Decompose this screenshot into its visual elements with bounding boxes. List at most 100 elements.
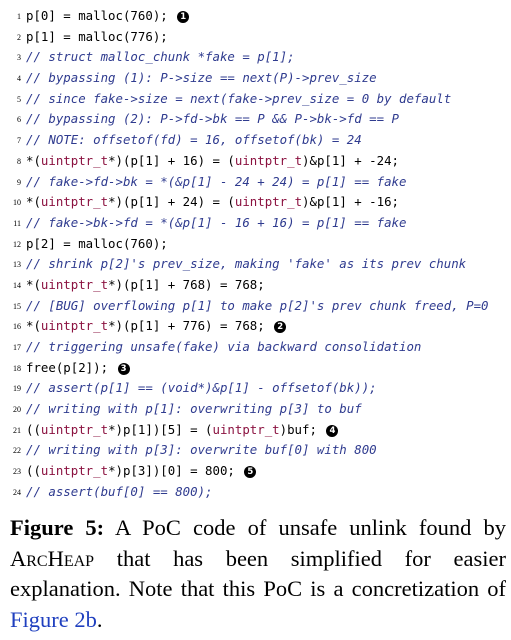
code-text: p[2] = malloc(760); (26, 235, 168, 251)
code-type-keyword: uintptr_t (40, 276, 109, 292)
code-listing: 1 p[0] = malloc(760); 1 2 p[1] = malloc(776… (0, 6, 511, 503)
code-source: // fake->bk->fd = *(&p[1] - 16 + 16) = p… (26, 213, 406, 234)
code-comment: // NOTE: offsetof(fd) = 16, offsetof(bk)… (26, 132, 362, 148)
line-number: 23 (13, 467, 21, 477)
code-source: // bypassing (2): P->fd->bk == P && P->b… (26, 109, 399, 130)
step-marker: 4 (326, 424, 339, 437)
code-line: 22 // writing with p[3]: overwrite buf[0]… (0, 440, 511, 461)
code-line: 18 free(p[2]); 3 (0, 358, 511, 379)
line-number: 9 (17, 177, 21, 187)
line-number: 18 (13, 363, 21, 373)
line-number: 6 (17, 115, 21, 125)
code-source: // assert(p[1] == (void*)&p[1] - offseto… (26, 378, 377, 399)
code-type-keyword: uintptr_t (234, 152, 303, 168)
line-number: 11 (13, 218, 21, 228)
code-type-keyword: uintptr_t (234, 194, 303, 210)
code-source: // [BUG] overflowing p[1] to make p[2]'s… (26, 296, 489, 317)
line-number: 12 (13, 239, 21, 249)
code-type-keyword: uintptr_t (40, 194, 109, 210)
code-text: (( (26, 463, 41, 479)
code-line: 21 ((uintptr_t*)p[1])[5] = (uintptr_t)buf… (0, 420, 511, 441)
code-source: p[2] = malloc(760); (26, 234, 168, 255)
code-source: ((uintptr_t*)p[3])[0] = 800; 5 (26, 461, 257, 482)
code-text: (( (26, 421, 41, 437)
code-type-keyword: uintptr_t (40, 463, 109, 479)
code-source: ((uintptr_t*)p[1])[5] = (uintptr_t)buf; … (26, 420, 339, 441)
step-marker: 5 (244, 466, 257, 479)
code-text: *)p[3])[0] = 800; (108, 463, 243, 479)
line-number: 2 (17, 32, 21, 42)
code-type-keyword: uintptr_t (212, 421, 280, 437)
code-line: 13 // shrink p[2]'s prev_size, making 'fa… (0, 254, 511, 275)
line-number: 4 (17, 74, 21, 84)
caption-text: A PoC code of unsafe unlink found by (104, 515, 506, 540)
code-line: 11 // fake->bk->fd = *(&p[1] - 16 + 16) =… (0, 213, 511, 234)
code-text: *)(p[1] + 24) = ( (108, 194, 235, 210)
line-number: 8 (17, 156, 21, 166)
code-line: 12 p[2] = malloc(760); (0, 234, 511, 255)
code-line: 23 ((uintptr_t*)p[3])[0] = 800; 5 (0, 461, 511, 482)
line-number: 17 (13, 343, 21, 352)
code-line: 19 // assert(p[1] == (void*)&p[1] - offse… (0, 378, 511, 399)
line-number: 3 (17, 53, 21, 63)
code-line: 6 // bypassing (2): P->fd->bk == P && P->… (0, 109, 511, 130)
code-comment: // bypassing (2): P->fd->bk == P && P->b… (26, 111, 399, 127)
step-marker: 1 (177, 11, 190, 23)
figure-label: Figure 5: (10, 515, 105, 540)
code-source: // struct malloc_chunk *fake = p[1]; (26, 47, 295, 68)
code-source: // NOTE: offsetof(fd) = 16, offsetof(bk)… (26, 130, 362, 151)
code-source: *(uintptr_t*)(p[1] + 768) = 768; (26, 275, 265, 296)
line-number: 22 (13, 446, 21, 456)
code-line: 4 // bypassing (1): P->size == next(P)->p… (0, 68, 511, 89)
code-line: 16 *(uintptr_t*)(p[1] + 776) = 768; 2 (0, 316, 511, 337)
code-source: free(p[2]); 3 (26, 358, 130, 379)
code-source: *(uintptr_t*)(p[1] + 16) = (uintptr_t)&p… (26, 151, 399, 172)
code-source: // shrink p[2]'s prev_size, making 'fake… (26, 254, 466, 275)
line-number: 7 (17, 136, 21, 146)
code-line: 14 *(uintptr_t*)(p[1] + 768) = 768; (0, 275, 511, 296)
line-number: 1 (17, 12, 21, 21)
figure-reference-link[interactable]: Figure 2b (10, 607, 97, 632)
code-text: p[0] = malloc(760); (26, 8, 176, 23)
code-comment: // fake->bk->fd = *(&p[1] - 16 + 16) = p… (26, 214, 407, 230)
code-comment: // triggering unsafe(fake) via backward … (26, 339, 422, 354)
code-line: 17 // triggering unsafe(fake) via backwar… (0, 337, 511, 358)
code-comment: // writing with p[1]: overwriting p[3] t… (26, 401, 362, 417)
code-source: // writing with p[1]: overwriting p[3] t… (26, 399, 362, 420)
code-comment: // [BUG] overflowing p[1] to make p[2]'s… (26, 297, 489, 313)
code-text: )buf; (279, 421, 325, 437)
step-marker: 2 (274, 321, 287, 334)
code-text: *( (26, 318, 41, 334)
code-text: *)(p[1] + 768) = 768; (108, 276, 265, 292)
code-line: 7 // NOTE: offsetof(fd) = 16, offsetof(bk… (0, 130, 511, 151)
code-line: 8 *(uintptr_t*)(p[1] + 16) = (uintptr_t)&… (0, 151, 511, 172)
line-number: 5 (17, 94, 21, 104)
figure-caption: Figure 5: A PoC code of unsafe unlink fo… (10, 513, 506, 635)
code-text: )&p[1] + -24; (302, 152, 400, 168)
code-text: *)p[1])[5] = ( (108, 421, 213, 437)
code-comment: // shrink p[2]'s prev_size, making 'fake… (26, 256, 467, 272)
code-text: *( (26, 152, 41, 168)
line-number: 21 (13, 425, 21, 435)
code-comment: // fake->fd->bk = *(&p[1] - 24 + 24) = p… (26, 173, 407, 189)
code-line: 5 // since fake->size = next(fake->prev_s… (0, 89, 511, 110)
code-comment: // assert(buf[0] == 800); (26, 483, 213, 499)
code-line: 24 // assert(buf[0] == 800); (0, 482, 511, 503)
code-comment: // struct malloc_chunk *fake = p[1]; (26, 49, 295, 65)
code-source: // assert(buf[0] == 800); (26, 482, 213, 503)
code-source: // writing with p[3]: overwrite buf[0] w… (26, 440, 377, 461)
code-comment: // bypassing (1): P->size == next(P)->pr… (26, 70, 377, 86)
code-type-keyword: uintptr_t (40, 421, 109, 437)
code-comment: // assert(p[1] == (void*)&p[1] - offseto… (26, 380, 377, 396)
code-line: 1 p[0] = malloc(760); 1 (0, 6, 511, 27)
code-line: 2 p[1] = malloc(776); (0, 27, 511, 48)
code-text: p[1] = malloc(776); (26, 28, 168, 44)
line-number: 15 (13, 301, 21, 311)
line-number: 14 (13, 280, 21, 290)
code-comment: // writing with p[3]: overwrite buf[0] w… (26, 442, 377, 458)
code-text: free(p[2]); (26, 359, 116, 375)
step-marker: 3 (117, 362, 130, 375)
line-number: 10 (13, 198, 21, 208)
code-source: p[0] = malloc(760); 1 (26, 6, 190, 27)
code-text: )&p[1] + -16; (302, 194, 400, 210)
